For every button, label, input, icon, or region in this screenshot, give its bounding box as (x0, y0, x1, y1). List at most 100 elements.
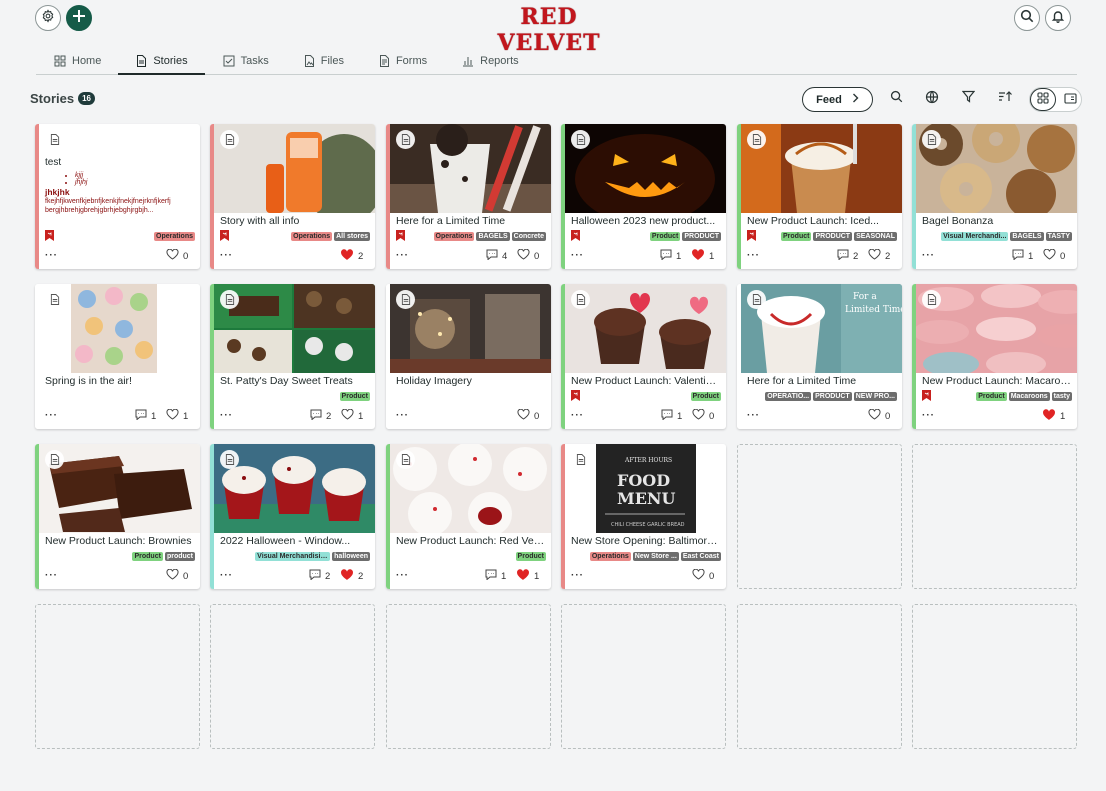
tag-badge[interactable]: Operations (154, 232, 195, 241)
heart-filled-icon[interactable] (1042, 408, 1056, 424)
heart-icon[interactable] (1043, 248, 1056, 263)
story-card[interactable]: Holiday Imagery ··· 0 (386, 284, 551, 429)
search-button[interactable] (1014, 5, 1040, 31)
heart-icon[interactable] (692, 408, 705, 423)
tag-badge[interactable]: Product (976, 392, 1007, 401)
more-options-icon[interactable]: ··· (747, 251, 760, 261)
bookmark-icon[interactable] (747, 228, 756, 246)
more-options-icon[interactable]: ··· (922, 251, 935, 261)
tag-badge[interactable]: Operations (291, 232, 333, 241)
tag-badge[interactable]: SEASONAL (854, 232, 897, 241)
notifications-button[interactable] (1045, 5, 1071, 31)
comment-icon[interactable] (486, 249, 498, 263)
story-card[interactable]: Halloween 2023 new product... Product PROD… (561, 124, 726, 269)
bookmark-icon[interactable] (45, 228, 54, 246)
tag-badge[interactable]: TASTY (1045, 232, 1072, 241)
story-card[interactable]: For a Limited Time Here for a Limited Time… (737, 284, 902, 429)
tag-badge[interactable]: Operations (433, 232, 475, 241)
settings-button[interactable] (35, 5, 61, 31)
story-card[interactable]: Bagel Bonanza Visual Merchandi... BAGELS TA… (912, 124, 1077, 269)
heart-icon[interactable] (341, 408, 354, 423)
more-options-icon[interactable]: ··· (922, 411, 935, 421)
tag-badge[interactable]: PRODUCT (682, 232, 721, 241)
heart-filled-icon[interactable] (691, 248, 705, 264)
story-card[interactable]: New Product Launch: Valentine... Product … (561, 284, 726, 429)
heart-filled-icon[interactable] (340, 248, 354, 264)
heart-icon[interactable] (517, 248, 530, 263)
tag-badge[interactable]: Visual Merchandising (255, 552, 331, 561)
comment-icon[interactable] (837, 249, 849, 263)
more-options-icon[interactable]: ··· (45, 411, 58, 421)
heart-icon[interactable] (166, 248, 179, 263)
tag-badge[interactable]: Product (132, 552, 163, 561)
tag-badge[interactable]: Product (690, 392, 721, 401)
story-card[interactable]: AFTER HOURS FOOD MENU CHILI CHEESE GARLIC B… (561, 444, 726, 589)
add-button[interactable] (66, 5, 92, 31)
more-options-icon[interactable]: ··· (396, 411, 409, 421)
bookmark-icon[interactable] (396, 228, 405, 246)
heart-icon[interactable] (868, 248, 881, 263)
tag-badge[interactable]: product (164, 552, 195, 561)
tag-badge[interactable]: Concrete (511, 232, 546, 241)
tag-badge[interactable]: NEW PRO... (853, 392, 897, 401)
tag-badge[interactable]: BAGELS (1010, 232, 1044, 241)
tag-badge[interactable]: Product (339, 392, 370, 401)
story-card[interactable]: New Product Launch: Macaroons Product Maca… (912, 284, 1077, 429)
bookmark-icon[interactable] (922, 388, 931, 406)
tag-badge[interactable]: BAGELS (476, 232, 510, 241)
heart-icon[interactable] (166, 568, 179, 583)
list-view-button[interactable] (1057, 88, 1083, 111)
more-options-icon[interactable]: ··· (747, 411, 760, 421)
bookmark-icon[interactable] (220, 228, 229, 246)
story-card[interactable]: New Product Launch: Brownies Product produ… (35, 444, 200, 589)
more-options-icon[interactable]: ··· (571, 411, 584, 421)
more-options-icon[interactable]: ··· (220, 251, 233, 261)
tag-badge[interactable]: New Store ... (632, 552, 679, 561)
tag-badge[interactable]: Operations (589, 552, 631, 561)
more-options-icon[interactable]: ··· (45, 571, 58, 581)
heart-icon[interactable] (166, 408, 179, 423)
comment-icon[interactable] (661, 409, 673, 423)
more-options-icon[interactable]: ··· (220, 571, 233, 581)
tag-badge[interactable]: PRODUCT (813, 392, 852, 401)
tab-stories[interactable]: Stories (118, 50, 205, 75)
more-options-icon[interactable]: ··· (571, 251, 584, 261)
heart-icon[interactable] (517, 408, 530, 423)
story-card[interactable]: Story with all info Operations All stores … (210, 124, 375, 269)
heart-filled-icon[interactable] (340, 568, 354, 584)
more-options-icon[interactable]: ··· (396, 251, 409, 261)
tab-forms[interactable]: Forms (361, 50, 444, 75)
story-card[interactable]: test kjjjjhjhj jhkjhk fkejhfjkwenfkjebnf… (35, 124, 200, 269)
more-options-icon[interactable]: ··· (571, 571, 584, 581)
search-stories-button[interactable] (888, 90, 904, 107)
comment-icon[interactable] (485, 569, 497, 583)
heart-filled-icon[interactable] (516, 568, 530, 584)
tab-files[interactable]: Files (286, 50, 361, 75)
tag-badge[interactable]: halloween (332, 552, 370, 561)
bookmark-icon[interactable] (571, 228, 580, 246)
comment-icon[interactable] (310, 409, 322, 423)
tag-badge[interactable]: tasty (1051, 392, 1072, 401)
filter-button[interactable] (960, 90, 976, 107)
story-card[interactable]: New Product Launch: Iced... Product PRODUC… (737, 124, 902, 269)
tag-badge[interactable]: PRODUCT (813, 232, 853, 241)
story-card[interactable]: Spring is in the air! ··· 1 1 (35, 284, 200, 429)
more-options-icon[interactable]: ··· (45, 251, 58, 261)
heart-icon[interactable] (868, 408, 881, 423)
comment-icon[interactable] (309, 569, 321, 583)
story-card[interactable]: 2022 Halloween - Window... Visual Merchan… (210, 444, 375, 589)
tag-badge[interactable]: Visual Merchandi... (941, 232, 1009, 241)
tab-tasks[interactable]: Tasks (205, 50, 286, 75)
comment-icon[interactable] (660, 249, 672, 263)
comment-icon[interactable] (135, 409, 147, 423)
comment-icon[interactable] (1012, 249, 1024, 263)
feed-button[interactable]: Feed (802, 87, 873, 112)
story-card[interactable]: New Product Launch: Red Velv... Product ·… (386, 444, 551, 589)
tag-badge[interactable]: East Coast (680, 552, 721, 561)
tab-home[interactable]: Home (36, 50, 118, 75)
tag-badge[interactable]: Product (781, 232, 812, 241)
story-card[interactable]: Here for a Limited Time Operations BAGELS C… (386, 124, 551, 269)
more-options-icon[interactable]: ··· (396, 571, 409, 581)
language-filter-button[interactable] (924, 90, 940, 107)
grid-view-button[interactable] (1030, 88, 1056, 111)
